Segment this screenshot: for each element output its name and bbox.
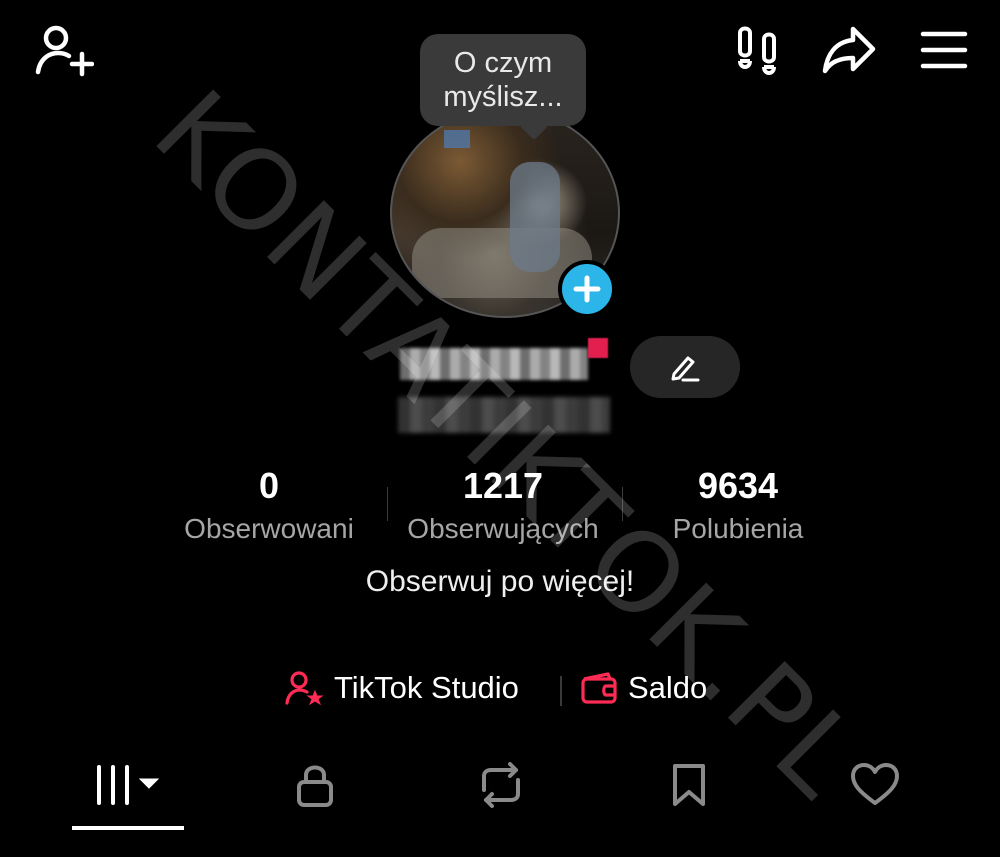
hamburger-menu-icon bbox=[920, 31, 968, 69]
share-button[interactable] bbox=[818, 20, 880, 80]
pencil-icon bbox=[671, 356, 700, 382]
tab-liked[interactable] bbox=[844, 755, 906, 815]
person-star-icon bbox=[285, 671, 324, 706]
bookmark-icon bbox=[673, 764, 705, 806]
wallet-icon bbox=[581, 672, 617, 704]
likes-label: Polubienia bbox=[672, 513, 804, 544]
status-bubble-text: O czym myślisz... bbox=[443, 47, 563, 113]
heart-icon bbox=[851, 763, 899, 805]
menu-button[interactable] bbox=[914, 24, 974, 76]
tiktok-studio-link[interactable]: TikTok Studio bbox=[284, 670, 519, 706]
plus-icon bbox=[573, 275, 601, 303]
username-obscured-mark bbox=[588, 338, 608, 358]
active-tab-indicator bbox=[72, 826, 184, 830]
stat-divider bbox=[622, 487, 623, 521]
followers-count: 1217 bbox=[462, 465, 544, 506]
avatar-photo-detail bbox=[510, 162, 560, 272]
share-arrow-icon bbox=[822, 26, 876, 74]
followers-label: Obserwujących bbox=[407, 513, 599, 544]
footprints-icon bbox=[738, 26, 776, 75]
saldo-label: Saldo bbox=[628, 670, 708, 705]
links-divider bbox=[560, 676, 562, 706]
saldo-link[interactable]: Saldo bbox=[580, 670, 707, 706]
following-count: 0 bbox=[258, 465, 280, 506]
follow-hint-text: Obserwuj po więcej! bbox=[365, 565, 635, 598]
tab-reposts[interactable] bbox=[470, 755, 532, 815]
handle-obscured bbox=[398, 397, 610, 433]
person-add-icon bbox=[35, 25, 94, 77]
grid-bars-icon bbox=[97, 765, 160, 805]
likes-count: 9634 bbox=[697, 465, 779, 506]
repost-icon bbox=[482, 762, 520, 808]
add-story-button[interactable] bbox=[558, 260, 616, 318]
stat-divider bbox=[387, 487, 388, 521]
tiktok-studio-label: TikTok Studio bbox=[334, 670, 519, 705]
tab-videos[interactable] bbox=[82, 755, 176, 815]
following-stat[interactable]: 0 Obserwowani bbox=[166, 462, 372, 546]
status-bubble[interactable]: O czym myślisz... bbox=[420, 34, 586, 126]
likes-stat[interactable]: 9634 Polubienia bbox=[650, 462, 826, 546]
followers-stat[interactable]: 1217 Obserwujących bbox=[392, 462, 614, 546]
lock-icon bbox=[297, 765, 333, 807]
tab-saved[interactable] bbox=[658, 755, 720, 815]
following-label: Obserwowani bbox=[184, 513, 354, 544]
footprints-button[interactable] bbox=[730, 22, 786, 78]
edit-profile-button[interactable] bbox=[630, 336, 740, 398]
username-obscured bbox=[400, 348, 588, 380]
avatar-photo-detail bbox=[444, 130, 470, 148]
tab-private[interactable] bbox=[284, 755, 346, 815]
add-friend-button[interactable] bbox=[30, 20, 96, 80]
